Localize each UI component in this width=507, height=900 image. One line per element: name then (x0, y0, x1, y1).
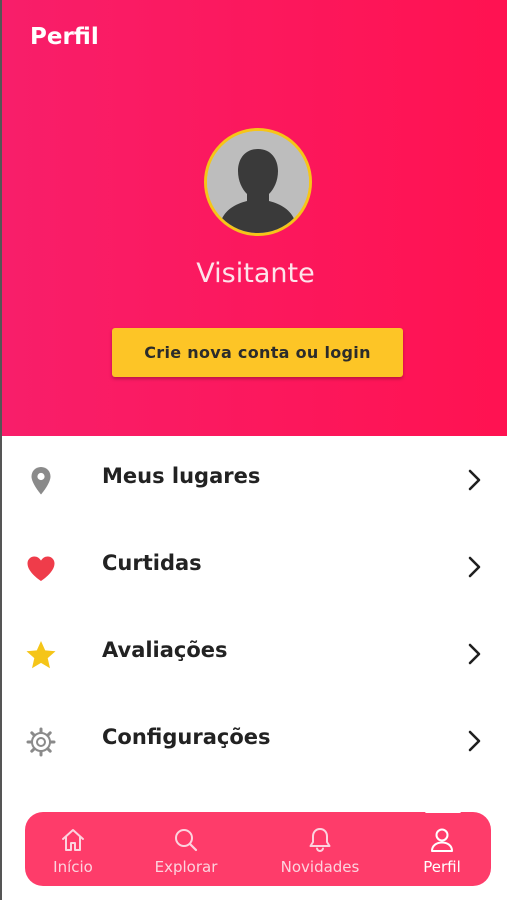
menu-item-label: Curtidas (102, 551, 202, 575)
chevron-right-icon (468, 556, 481, 578)
menu-item-label: Avaliações (102, 638, 228, 662)
tab-profile[interactable]: Perfil (392, 826, 492, 882)
tab-home[interactable]: Início (23, 826, 123, 882)
user-icon (431, 828, 453, 852)
menu-item-label: Configurações (102, 725, 271, 749)
chevron-right-icon (468, 469, 481, 491)
chevron-right-icon (468, 643, 481, 665)
app-screen: Perfil Visitante Crie nova conta ou logi… (0, 0, 507, 900)
page-title: Perfil (30, 24, 99, 50)
avatar (204, 128, 312, 236)
star-icon (24, 638, 58, 672)
menu-item-settings[interactable]: Configurações (2, 697, 507, 784)
bell-icon (309, 828, 331, 853)
home-icon (62, 829, 84, 851)
tab-label: Início (53, 858, 93, 876)
gear-icon (24, 725, 58, 759)
search-icon (175, 829, 198, 852)
menu-item-label: Meus lugares (102, 464, 261, 488)
user-name: Visitante (196, 258, 315, 289)
profile-menu: Meus lugares Curtidas Avaliações Configu… (2, 436, 507, 784)
menu-item-my-places[interactable]: Meus lugares (2, 436, 507, 523)
bottom-tab-bar: Início Explorar Novidades Perfil (23, 810, 492, 886)
create-account-or-login-button[interactable]: Crie nova conta ou login (112, 328, 403, 377)
tab-explore[interactable]: Explorar (136, 826, 236, 882)
menu-item-reviews[interactable]: Avaliações (2, 610, 507, 697)
heart-icon (24, 551, 58, 585)
tab-label: Perfil (423, 858, 461, 876)
map-pin-icon (24, 464, 58, 498)
profile-header: Perfil Visitante Crie nova conta ou logi… (2, 0, 507, 436)
tab-label: Explorar (154, 858, 218, 876)
menu-item-likes[interactable]: Curtidas (2, 523, 507, 610)
chevron-right-icon (468, 730, 481, 752)
active-tab-indicator (425, 810, 461, 813)
person-silhouette-icon (207, 131, 309, 233)
tab-news[interactable]: Novidades (270, 826, 370, 882)
tab-label: Novidades (280, 858, 360, 876)
